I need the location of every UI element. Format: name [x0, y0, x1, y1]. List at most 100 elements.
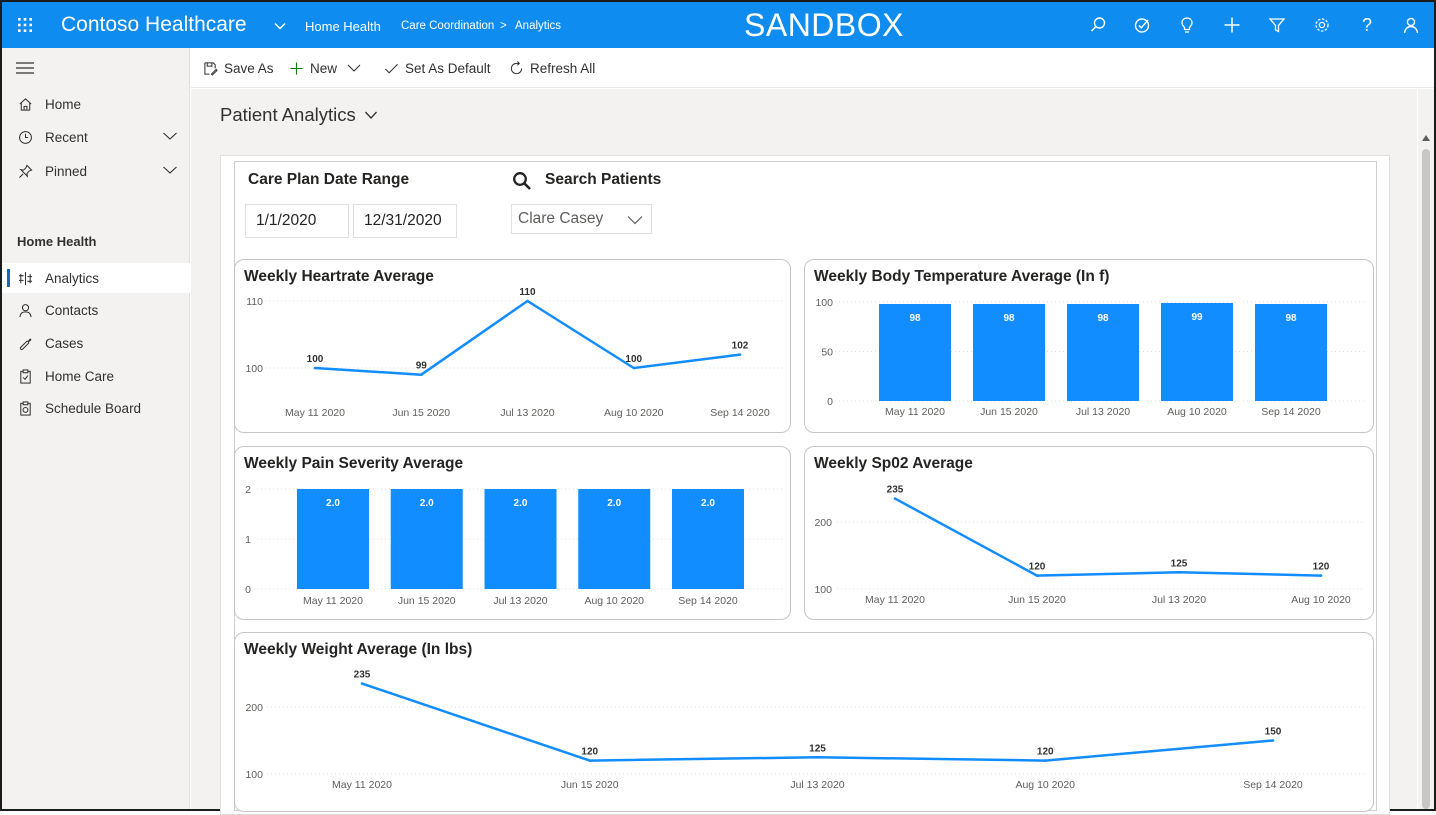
data-point — [1035, 574, 1039, 577]
data-point — [816, 755, 819, 759]
x-tick-label: Sep 14 2020 — [1261, 406, 1321, 418]
task-icon[interactable] — [1132, 15, 1152, 35]
sidebar-item-label: Home Care — [45, 368, 115, 384]
breadcrumb-parent[interactable]: Care Coordination — [401, 20, 494, 32]
page-title[interactable]: Patient Analytics — [220, 104, 378, 126]
scroll-up-arrow-icon[interactable] — [1422, 135, 1430, 141]
set-as-default-label: Set As Default — [405, 60, 491, 76]
sidebar-item-label: Pinned — [45, 163, 88, 179]
x-tick-label: Jul 13 2020 — [500, 407, 554, 419]
data-label: 2.0 — [514, 498, 528, 509]
y-tick-label: 100 — [245, 769, 263, 781]
patient-dropdown[interactable]: Clare Casey — [511, 204, 652, 234]
weight-line-chart: 100 200 May 11 2020 Jun 15 2020 Jul 13 2020 A… — [245, 670, 1365, 791]
page-scrollbar[interactable] — [1418, 89, 1434, 809]
sidebar-item-schedule-board[interactable]: Schedule Board — [2, 393, 190, 423]
sidebar-item-contacts[interactable]: Contacts — [2, 295, 190, 325]
y-tick-label: 100 — [815, 297, 833, 309]
app-launcher-icon[interactable] — [15, 15, 35, 35]
chevron-down-icon[interactable] — [364, 110, 378, 120]
refresh-all-button[interactable]: Refresh All — [508, 58, 595, 78]
data-point — [738, 353, 742, 356]
x-tick-label: May 11 2020 — [303, 595, 363, 607]
x-tick-label: May 11 2020 — [865, 594, 925, 606]
data-point — [893, 497, 897, 500]
home-icon — [17, 96, 33, 112]
chevron-down-icon[interactable] — [162, 164, 178, 176]
chevron-down-icon[interactable] — [347, 63, 361, 73]
x-tick-label: Aug 10 2020 — [584, 595, 644, 607]
sidebar-item-cases[interactable]: Cases — [2, 328, 190, 358]
temperature-bar-chart: 0 50 100 May 11 2020 Jun 15 2020 Jul 13 2020 A… — [815, 297, 1365, 418]
gear-icon[interactable] — [1312, 15, 1332, 35]
chevron-down-icon[interactable] — [273, 19, 287, 33]
y-tick-label: 100 — [814, 584, 832, 596]
y-tick-label: 0 — [245, 584, 251, 596]
sidebar-item-label: Home — [45, 96, 82, 112]
command-bar: Save As New Set As Default Refresh All — [191, 48, 1434, 88]
data-point — [419, 373, 423, 376]
x-tick-label: Jun 15 2020 — [398, 595, 456, 607]
data-label: 120 — [1037, 747, 1054, 758]
save-as-button[interactable]: Save As — [202, 58, 274, 78]
x-tick-label: Aug 10 2020 — [1015, 779, 1075, 791]
sidebar-item-pinned[interactable]: Pinned — [2, 156, 190, 186]
data-label: 235 — [887, 485, 904, 496]
hamburger-menu-icon[interactable] — [16, 61, 34, 75]
plus-icon[interactable] — [1222, 15, 1242, 35]
data-label: 2.0 — [326, 498, 340, 509]
chevron-down-icon[interactable] — [627, 215, 643, 225]
area-name[interactable]: Home Health — [305, 19, 381, 34]
refresh-icon — [508, 60, 524, 76]
breadcrumb-current[interactable]: Analytics — [515, 20, 561, 32]
series-line — [314, 299, 741, 376]
chevron-down-icon[interactable] — [162, 130, 178, 142]
data-label: 99 — [416, 361, 428, 372]
end-date-input[interactable]: 12/31/2020 — [353, 204, 457, 238]
schedule-icon — [17, 400, 33, 416]
y-tick-label: 1 — [245, 534, 251, 546]
lightbulb-icon[interactable] — [1177, 15, 1197, 35]
new-label: New — [310, 60, 338, 76]
set-as-default-button[interactable]: Set As Default — [383, 58, 491, 78]
x-tick-label: Jun 15 2020 — [980, 406, 1038, 418]
sidebar-item-home-care[interactable]: Home Care — [2, 361, 190, 391]
data-label: 125 — [809, 743, 826, 754]
x-tick-label: Jun 15 2020 — [392, 407, 450, 419]
y-tick-label: 100 — [245, 363, 263, 375]
new-button[interactable]: New — [288, 58, 361, 78]
date-range-label: Care Plan Date Range — [248, 171, 410, 188]
app-title[interactable]: Contoso Healthcare — [61, 13, 247, 37]
refresh-all-label: Refresh All — [530, 60, 596, 76]
data-label: 120 — [581, 747, 598, 758]
data-point — [1271, 739, 1275, 742]
sidebar-item-label: Cases — [45, 335, 84, 351]
filter-icon[interactable] — [1267, 15, 1287, 35]
series-line — [894, 497, 1322, 577]
pin-icon — [17, 163, 33, 179]
wrench-icon — [17, 335, 33, 351]
data-point — [1043, 759, 1047, 762]
spo2-line-chart: 100 200 May 11 2020 Jun 15 2020 Jul 13 2020 A… — [814, 485, 1365, 606]
x-tick-label: Sep 14 2020 — [678, 595, 738, 607]
data-label: 120 — [1029, 562, 1046, 573]
user-icon[interactable] — [1401, 15, 1421, 35]
heartrate-card: Weekly Heartrate Average 100 110 May 11 20… — [234, 259, 791, 433]
scroll-thumb[interactable] — [1422, 149, 1430, 809]
environment-banner: SANDBOX — [744, 7, 904, 43]
sidebar-item-label: Schedule Board — [45, 400, 142, 416]
page-title-text: Patient Analytics — [220, 104, 356, 125]
sidebar-item-recent[interactable]: Recent — [2, 122, 190, 152]
help-icon[interactable]: ? — [1357, 15, 1377, 35]
start-date-input[interactable]: 1/1/2020 — [245, 204, 349, 238]
sidebar-item-home[interactable]: Home — [2, 89, 190, 119]
data-label: 98 — [1003, 313, 1015, 324]
data-label: 150 — [1265, 727, 1282, 738]
search-icon[interactable] — [1088, 15, 1108, 35]
y-tick-label: 0 — [827, 396, 833, 408]
analytics-icon — [17, 270, 33, 286]
sidebar-item-analytics[interactable]: Analytics — [2, 263, 190, 293]
checkmark-icon — [383, 60, 399, 76]
data-label: 235 — [354, 670, 371, 681]
search-patients-label: Search Patients — [545, 171, 662, 188]
